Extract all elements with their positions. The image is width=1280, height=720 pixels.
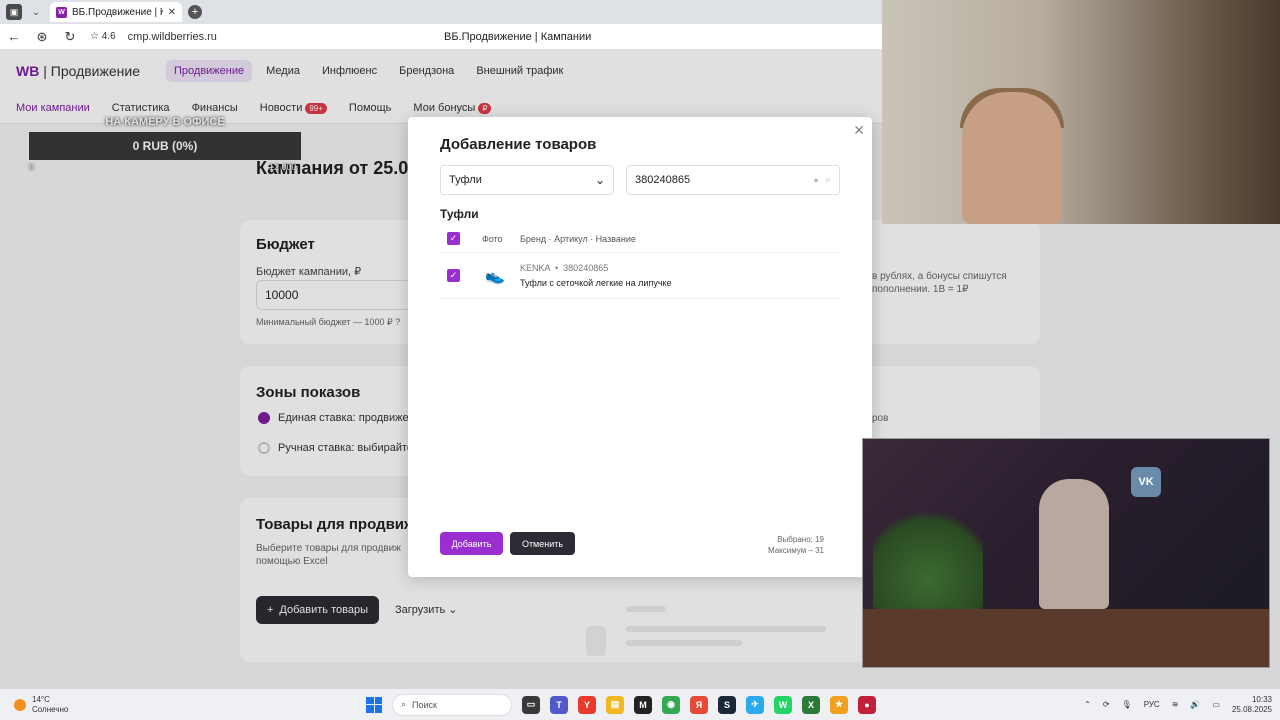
tab-actions-icon[interactable]: ▣ bbox=[6, 4, 22, 20]
address-bar: ← ⊛ ↻ ☆ 4.6 cmp.wildberries.ru ВБ.Продви… bbox=[0, 24, 882, 50]
clock-date: 25.08.2025 bbox=[1231, 704, 1272, 714]
table-row[interactable]: ✓ 👟 KENKA • 380240865 Туфли с сеточкой л… bbox=[440, 253, 840, 299]
whatsapp-icon[interactable]: W bbox=[774, 695, 792, 714]
modal-footer: Добавить Отменить bbox=[440, 532, 575, 555]
group-title: Туфли bbox=[440, 207, 479, 221]
clear-icon[interactable]: ● bbox=[813, 175, 818, 185]
product-article: 380240865 bbox=[563, 263, 609, 273]
product-meta: KENKA • 380240865 bbox=[520, 263, 609, 273]
taskbar-search[interactable]: ⌕ Поиск bbox=[392, 693, 512, 716]
row-checkbox[interactable]: ✓ bbox=[447, 269, 460, 282]
product-brand: KENKA bbox=[520, 263, 551, 273]
table-header: ✓ Фото Бренд · Артикул · Название bbox=[440, 225, 840, 253]
taskbar-search-label: Поиск bbox=[412, 699, 437, 710]
close-icon[interactable]: ✕ bbox=[853, 122, 865, 139]
rating-value: 4.6 bbox=[101, 31, 116, 42]
url-field[interactable]: cmp.wildberries.ru bbox=[128, 31, 217, 43]
excel-icon[interactable]: X bbox=[802, 695, 820, 714]
taskbar-apps: ⌕ Поиск ▭ T Y ▤ M ◉ Я S ✈ W X ★ ● bbox=[366, 693, 876, 716]
product-name: Туфли с сеточкой легкие на липучке bbox=[520, 278, 672, 288]
telegram-icon[interactable]: ✈ bbox=[746, 695, 764, 714]
obs-icon[interactable]: ● bbox=[858, 695, 876, 714]
modal-title: Добавление товаров bbox=[440, 136, 597, 153]
weather-temp: 14°C bbox=[32, 694, 50, 704]
browser-tab-bar: ▣ ⌄ W ВБ.Продвижение | Кам ✕ + bbox=[0, 0, 882, 24]
steam-icon[interactable]: S bbox=[718, 695, 736, 714]
teams-icon[interactable]: T bbox=[550, 695, 568, 714]
add-button[interactable]: Добавить bbox=[440, 532, 503, 555]
sync-icon[interactable]: ⟳ bbox=[1103, 700, 1110, 709]
wifi-icon[interactable]: ≋ bbox=[1172, 700, 1179, 709]
selected-count: Выбрано: 19 bbox=[777, 535, 824, 544]
yandex-browser-icon[interactable]: Y bbox=[578, 695, 596, 714]
wb-favicon-icon: W bbox=[56, 6, 67, 18]
product-info: KENKA • 380240865 Туфли с сеточкой легки… bbox=[520, 263, 672, 288]
mic-icon[interactable]: 🎙 bbox=[1122, 700, 1132, 709]
products-table: ✓ Фото Бренд · Артикул · Название ✓ 👟 KE… bbox=[440, 225, 840, 299]
cancel-button[interactable]: Отменить bbox=[510, 532, 575, 555]
col-info: Бренд · Артикул · Название bbox=[520, 233, 636, 244]
add-products-modal: Добавление товаров ✕ Туфли ⌄ ● ⌕ Туфли ✓… bbox=[408, 117, 872, 577]
article-search-input[interactable] bbox=[635, 174, 814, 186]
volume-icon[interactable]: 🔊 bbox=[1190, 700, 1200, 709]
reload-icon[interactable]: ↻ bbox=[56, 29, 84, 45]
category-select[interactable]: Туфли ⌄ bbox=[440, 165, 614, 195]
category-value: Туфли bbox=[449, 174, 482, 186]
weather-widget[interactable]: 14°C Солнечно bbox=[14, 695, 68, 715]
chevron-down-icon: ⌄ bbox=[594, 173, 605, 187]
chevron-up-icon[interactable]: ⌃ bbox=[1084, 700, 1091, 709]
tab-list-chevron-icon[interactable]: ⌄ bbox=[28, 4, 44, 20]
yandex-icon[interactable]: Я bbox=[690, 695, 708, 714]
webcam-overlay-top bbox=[882, 0, 1280, 224]
new-tab-icon[interactable]: + bbox=[188, 5, 202, 19]
page-title: ВБ.Продвижение | Кампании bbox=[444, 30, 592, 43]
search-icon[interactable]: ⌕ bbox=[825, 174, 831, 187]
article-search-field[interactable]: ● ⌕ bbox=[626, 165, 840, 195]
selection-counts: Выбрано: 19 Максимум – 31 bbox=[768, 534, 824, 556]
webcam-host bbox=[1039, 479, 1109, 609]
webcam-desk bbox=[863, 609, 1269, 667]
maximum-count: Максимум – 31 bbox=[767, 546, 824, 555]
select-all-checkbox[interactable]: ✓ bbox=[447, 232, 460, 245]
webcam-overlay-bottom: VK bbox=[862, 438, 1270, 668]
system-tray: ⌃ ⟳ 🎙 РУС ≋ 🔊 ▭ 10:33 25.08.2025 bbox=[1084, 695, 1272, 715]
search-icon: ⌕ bbox=[401, 699, 407, 709]
task-view-icon[interactable]: ▭ bbox=[522, 695, 540, 714]
clock[interactable]: 10:33 25.08.2025 bbox=[1232, 695, 1272, 715]
vk-logo-icon: VK bbox=[1131, 467, 1161, 497]
app-icon[interactable]: ★ bbox=[830, 695, 848, 714]
webcam-person bbox=[962, 92, 1062, 224]
col-photo: Фото bbox=[482, 233, 503, 244]
weather-text: Солнечно bbox=[32, 704, 69, 714]
taskbar: 14°C Солнечно ⌕ Поиск ▭ T Y ▤ M ◉ Я S ✈ W … bbox=[0, 688, 1280, 720]
file-explorer-icon[interactable]: ▤ bbox=[606, 695, 624, 714]
tab-title: ВБ.Продвижение | Кам bbox=[72, 6, 163, 18]
language-indicator[interactable]: РУС bbox=[1144, 700, 1160, 709]
windows-start-icon[interactable] bbox=[366, 696, 382, 713]
chrome-icon[interactable]: ◉ bbox=[662, 695, 680, 714]
product-photo: 👟 bbox=[485, 267, 505, 285]
app-icon[interactable]: M bbox=[634, 695, 652, 714]
back-icon[interactable]: ← bbox=[0, 29, 28, 44]
battery-icon[interactable]: ▭ bbox=[1212, 700, 1220, 709]
protect-icon[interactable]: ⊛ bbox=[28, 29, 56, 45]
browser-tab-active[interactable]: W ВБ.Продвижение | Кам ✕ bbox=[50, 2, 182, 22]
sun-icon bbox=[14, 698, 26, 711]
clock-time: 10:33 bbox=[1251, 694, 1272, 704]
tab-close-icon[interactable]: ✕ bbox=[168, 7, 176, 18]
site-rating[interactable]: ☆ 4.6 bbox=[90, 31, 116, 42]
